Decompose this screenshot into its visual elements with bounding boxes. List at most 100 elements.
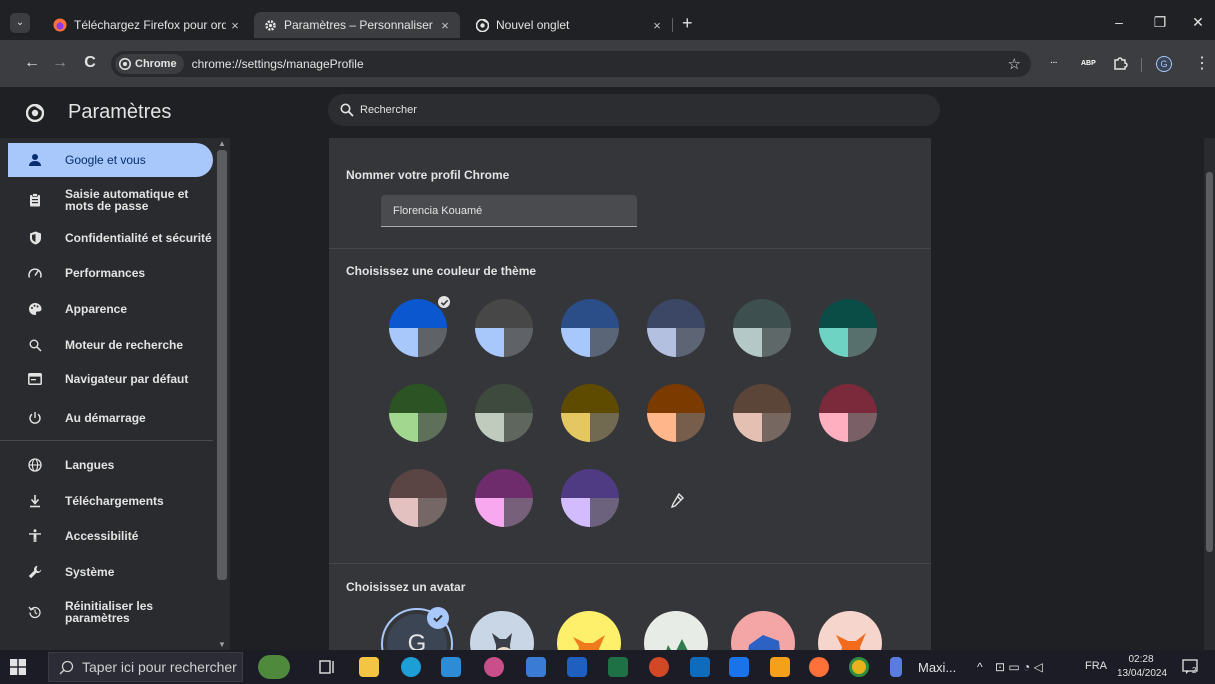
theme-color-swatch[interactable] [647,299,705,357]
powerpoint-icon[interactable] [649,657,669,677]
sidebar-item-demarrage[interactable]: Au démarrage [0,408,213,428]
gallery-app-icon[interactable] [770,657,790,677]
kebab-menu-icon[interactable]: ⋮ [1194,53,1210,73]
reload-button[interactable]: C [80,55,100,71]
sidebar-item-saisie-automatique[interactable]: Saisie automatique et mots de passe [0,185,213,215]
theme-color-swatch[interactable] [819,384,877,442]
page-scroll-thumb[interactable] [1206,172,1213,552]
sidebar-item-systeme[interactable]: Système [0,562,213,582]
sidebar-item-langues[interactable]: Langues [0,455,213,475]
check-icon [436,294,452,310]
palette-icon [28,302,42,316]
mail-icon[interactable] [690,657,710,677]
thermometer-app-icon[interactable] [890,657,902,677]
notes-app-icon[interactable] [441,657,461,677]
close-window-button[interactable]: ✕ [1188,14,1208,31]
address-bar[interactable]: Chrome chrome://settings/manageProfile ☆ [111,51,1031,77]
windows-start-icon[interactable] [10,659,26,675]
sidebar-item-confidentialite[interactable]: Confidentialité et sécurité [0,228,213,248]
theme-color-swatch[interactable] [389,294,452,357]
accessibility-icon [28,529,42,543]
task-view-icon[interactable] [318,657,338,677]
origin-chip[interactable]: Chrome [115,54,184,74]
theme-color-swatch[interactable] [475,384,533,442]
theme-color-swatch[interactable] [561,384,619,442]
sidebar-item-telechargements[interactable]: Téléchargements [0,491,213,511]
tab-close-icon[interactable]: × [648,18,666,33]
swatch-segment [475,328,504,357]
theme-color-swatch[interactable] [733,384,791,442]
theme-color-swatch[interactable] [475,299,533,357]
chrome-icon[interactable] [849,657,869,677]
cat-avatar-icon[interactable] [470,611,534,650]
settings-search[interactable] [328,94,940,126]
calendar-icon[interactable] [526,657,546,677]
chrome-icon [474,17,490,33]
theme-color-swatch[interactable] [389,469,447,527]
taskbar-app-label[interactable]: Maxi... [918,660,956,675]
theme-color-swatch[interactable] [733,299,791,357]
paint-app-icon[interactable] [484,657,504,677]
tab-search-button[interactable]: ⌄ [10,13,30,33]
dragon-avatar-icon[interactable] [644,611,708,650]
profile-name-input[interactable] [381,195,637,227]
sidebar-item-moteur-recherche[interactable]: Moteur de recherche [0,335,213,355]
file-explorer-icon[interactable] [359,657,379,677]
sidebar-item-accessibilite[interactable]: Accessibilité [0,526,213,546]
sidebar-item-performances[interactable]: Performances [0,263,213,283]
profile-button[interactable]: G [1156,56,1172,72]
tab-settings[interactable]: Paramètres – Personnaliser le p × [254,12,460,38]
edge-icon[interactable] [401,657,421,677]
sidebar-item-navigateur-defaut[interactable]: Navigateur par défaut [0,369,213,389]
extension-red-icon[interactable]: ··· [1048,58,1060,70]
notification-center-icon[interactable]: 2 [1182,659,1198,675]
word-icon[interactable] [567,657,587,677]
taskbar-search[interactable] [48,652,243,682]
weather-widget-icon[interactable] [258,655,290,679]
language-indicator[interactable]: FRA [1085,660,1107,672]
theme-color-swatch[interactable] [389,384,447,442]
search-icon [340,103,354,117]
taskbar-search-input[interactable] [82,659,242,675]
tray-app-icons[interactable]: ⊡ ▭ ◔ ◁ [995,660,1043,674]
swatch-segment [561,413,590,442]
sidebar-scrollbar[interactable]: ▲ ▼ [215,138,229,650]
theme-color-swatch[interactable] [475,469,533,527]
forward-button[interactable]: → [50,55,70,71]
theme-color-swatch[interactable] [561,299,619,357]
restore-button[interactable]: ❐ [1150,14,1170,31]
tab-new-tab[interactable]: Nouvel onglet × [466,12,672,38]
excel-icon[interactable] [608,657,628,677]
bookmark-star-icon[interactable]: ☆ [1008,55,1021,73]
sidebar-item-google-et-vous[interactable]: Google et vous [8,143,213,177]
theme-color-swatch[interactable] [561,469,619,527]
color-picker-icon[interactable] [666,491,686,511]
people-app-icon[interactable] [729,657,749,677]
sidebar-item-reinitialiser[interactable]: Réinitialiser les paramètres [0,597,213,627]
sidebar-item-label: Langues [65,458,115,472]
theme-color-swatch[interactable] [647,384,705,442]
scroll-down-arrow-icon[interactable]: ▼ [218,640,226,649]
search-input[interactable] [360,104,920,116]
new-tab-button[interactable]: + [682,14,693,32]
tab-close-icon[interactable]: × [226,18,244,33]
taskbar-clock[interactable]: 02:28 13/04/2024 [1117,653,1167,681]
minimize-button[interactable]: – [1109,14,1129,30]
page-title: Paramètres [68,101,172,123]
firefox-icon[interactable] [809,657,829,677]
tab-firefox[interactable]: Téléchargez Firefox pour ordina × [44,12,250,38]
tab-close-icon[interactable]: × [436,18,454,33]
fox2-avatar-icon[interactable] [818,611,882,650]
theme-color-swatch[interactable] [819,299,877,357]
back-button[interactable]: ← [22,55,42,71]
page-scrollbar[interactable] [1204,138,1215,650]
puzzle-extensions-icon[interactable] [1112,55,1128,71]
fox-avatar-icon[interactable] [557,611,621,650]
elephant-avatar-icon[interactable] [731,611,795,650]
adblock-plus-icon[interactable]: ABP [1081,58,1096,70]
tray-expand-icon[interactable]: ^ [977,660,983,674]
theme-color-circle [647,299,705,357]
sidebar-scroll-thumb[interactable] [217,150,227,580]
sidebar-item-apparence[interactable]: Apparence [0,299,213,319]
scroll-up-arrow-icon[interactable]: ▲ [218,139,226,148]
